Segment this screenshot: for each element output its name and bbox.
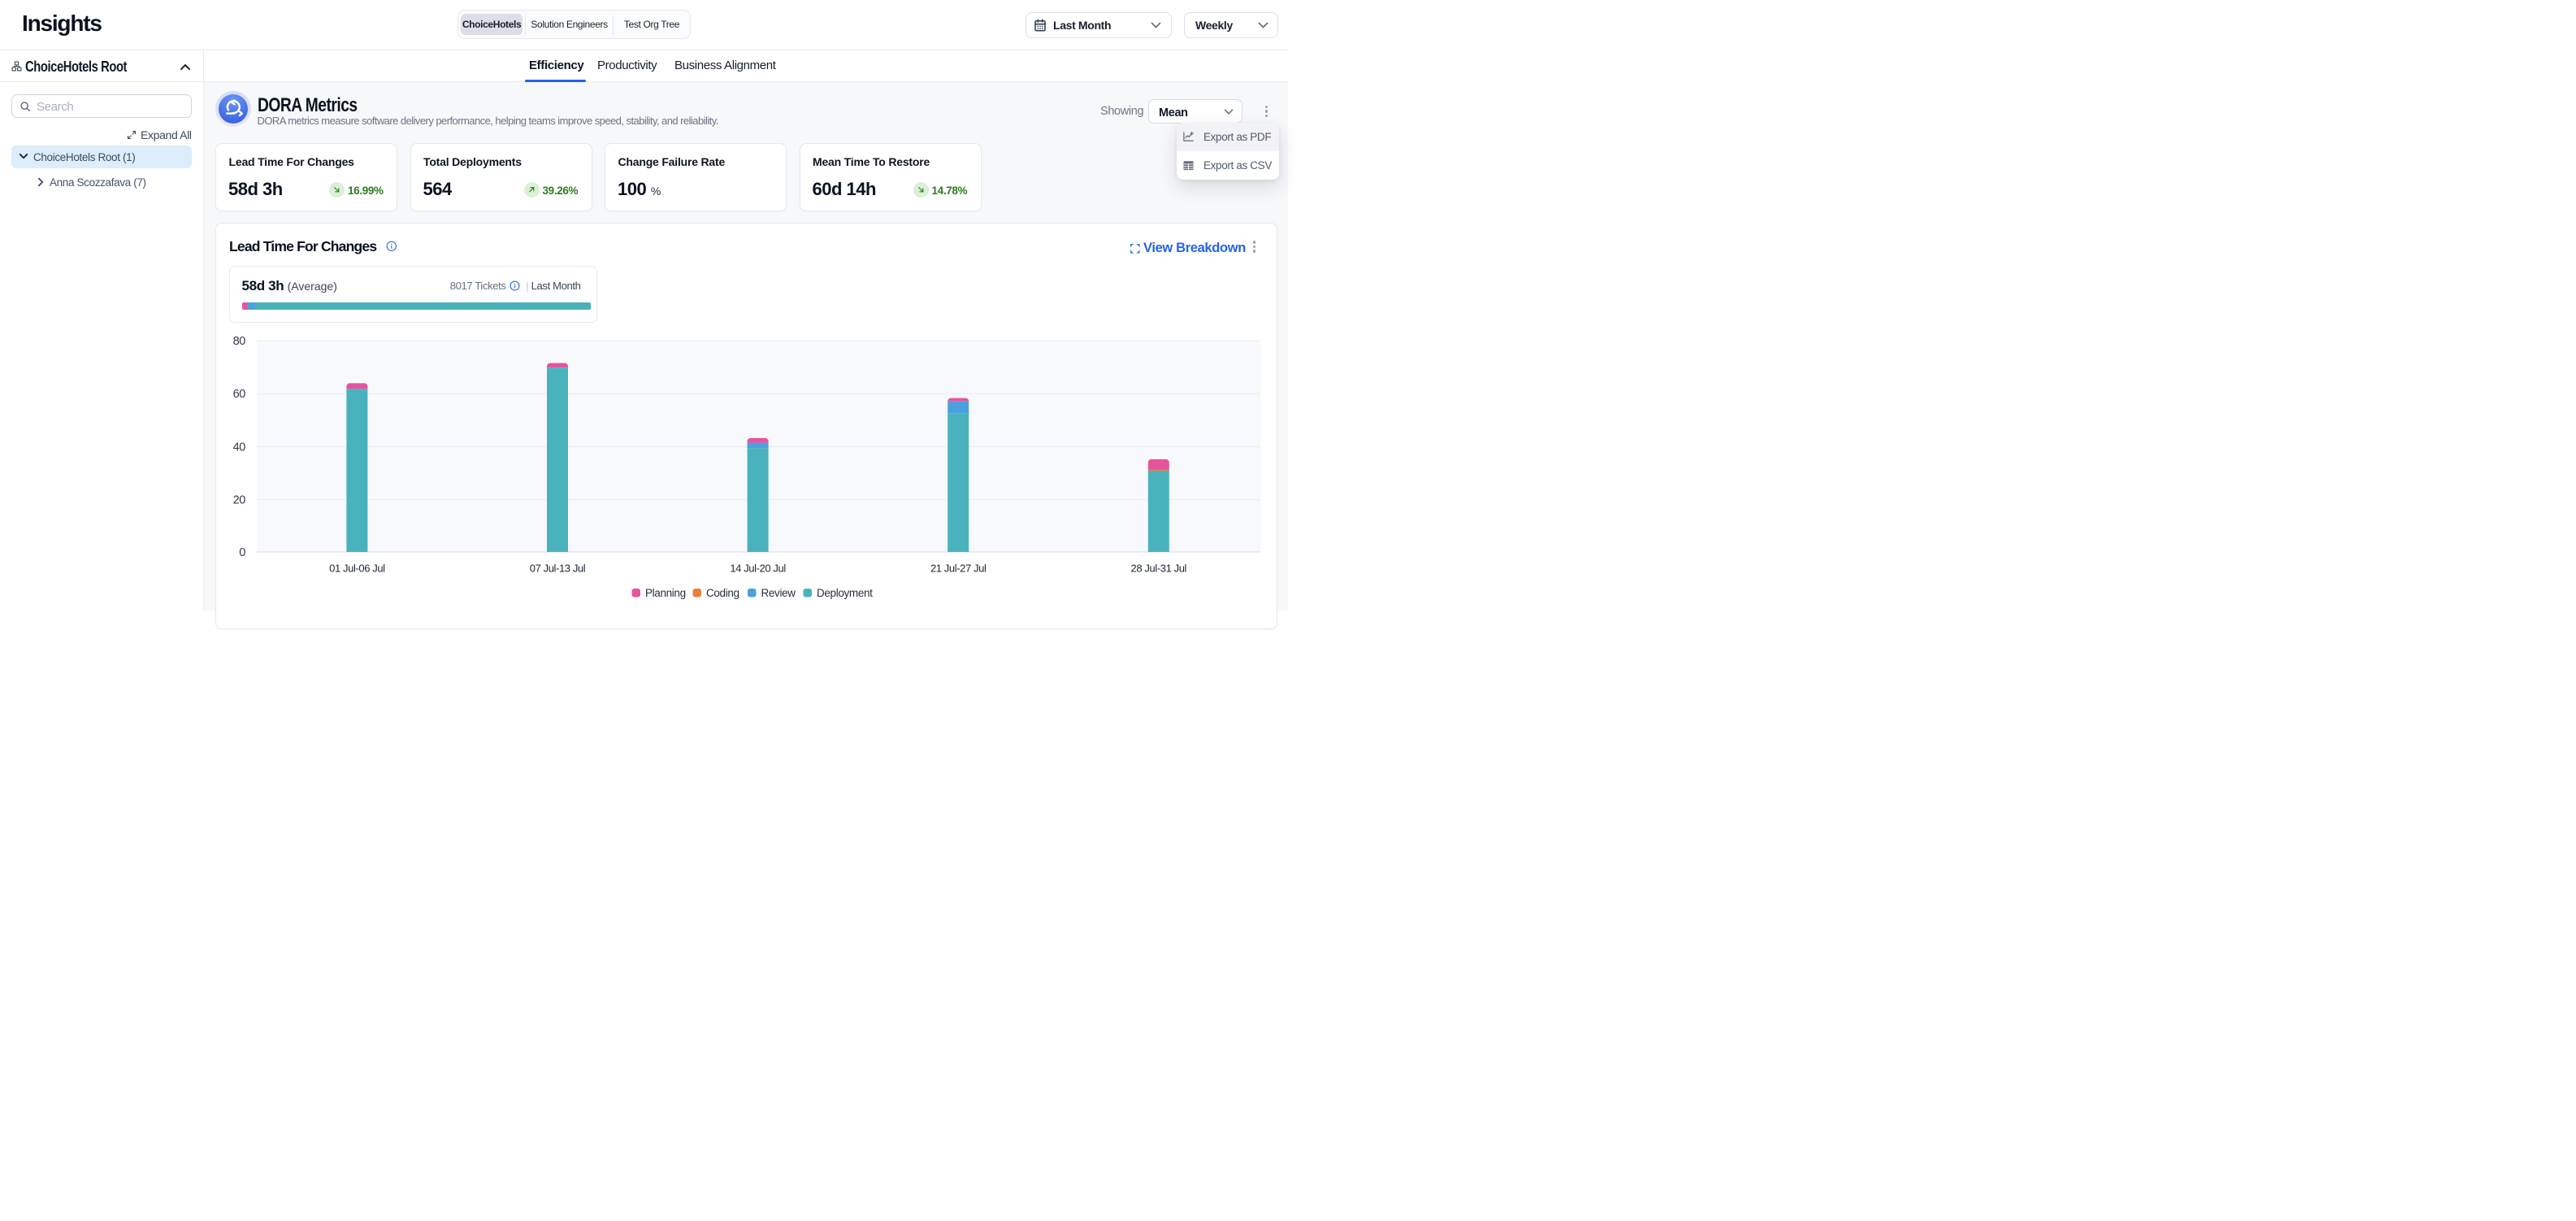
svg-text:28 Jul-31 Jul: 28 Jul-31 Jul [1131, 563, 1187, 575]
svg-text:80: 80 [233, 335, 246, 348]
svg-text:Review: Review [761, 587, 796, 599]
svg-text:Coding: Coding [706, 587, 739, 599]
svg-text:Planning: Planning [645, 587, 686, 599]
svg-text:07 Jul-13 Jul: 07 Jul-13 Jul [530, 563, 586, 575]
svg-text:01 Jul-06 Jul: 01 Jul-06 Jul [329, 563, 385, 575]
svg-text:0: 0 [239, 546, 245, 559]
svg-text:Deployment: Deployment [817, 587, 873, 599]
svg-text:21 Jul-27 Jul: 21 Jul-27 Jul [930, 563, 987, 575]
svg-text:20: 20 [233, 494, 246, 507]
svg-text:60: 60 [233, 388, 246, 401]
svg-text:14 Jul-20 Jul: 14 Jul-20 Jul [730, 563, 786, 575]
svg-text:40: 40 [233, 441, 246, 454]
